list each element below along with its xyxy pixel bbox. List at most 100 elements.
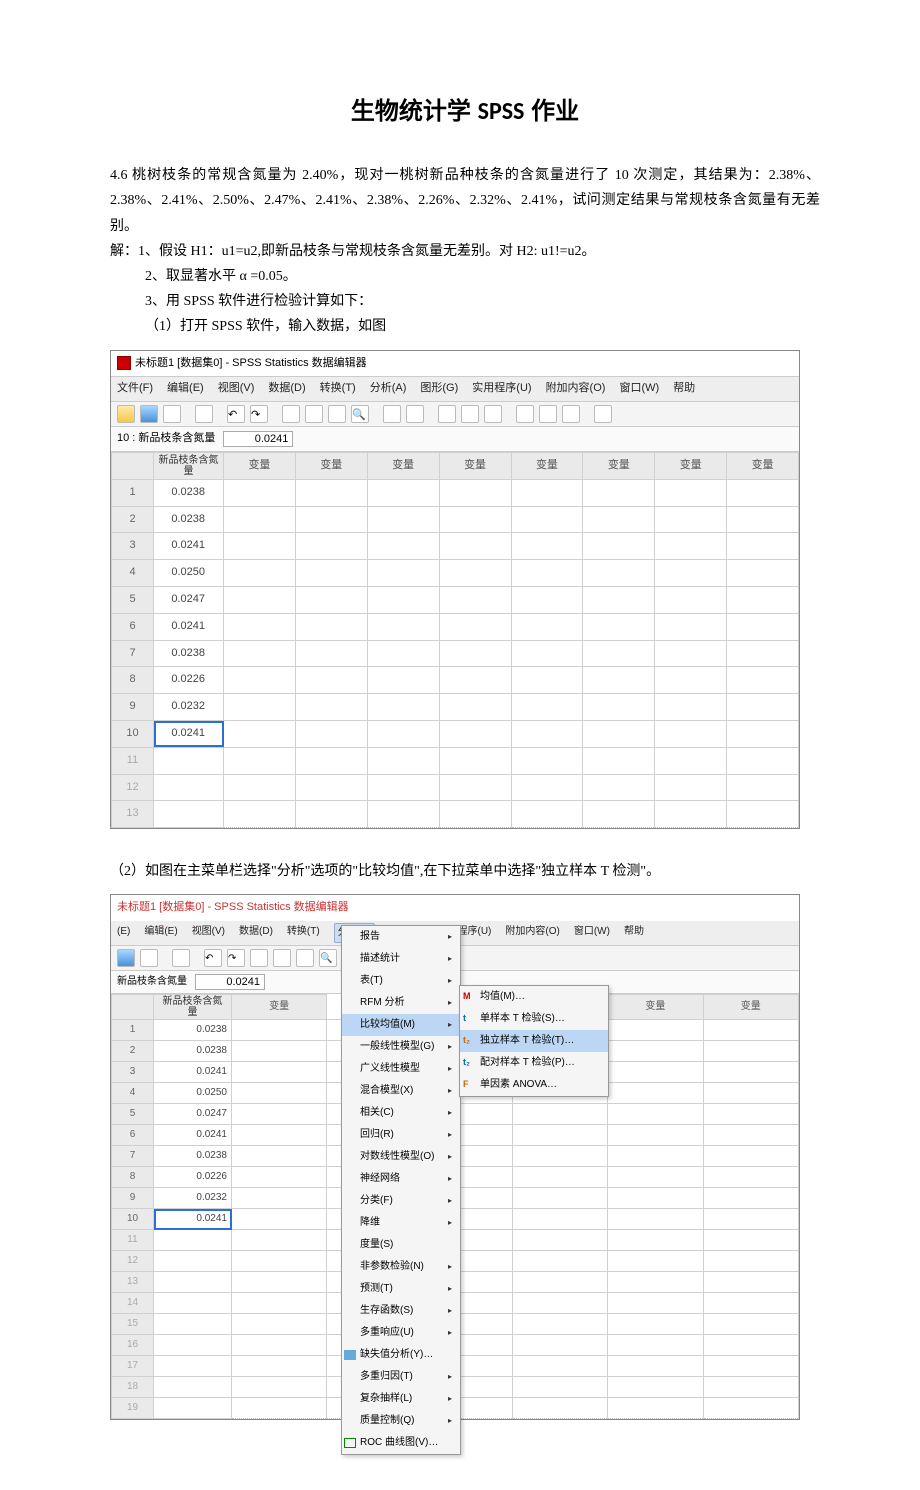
spss-empty-cell[interactable] bbox=[703, 1104, 798, 1125]
spss-empty-cell[interactable] bbox=[295, 694, 367, 721]
spss-empty-cell[interactable] bbox=[224, 774, 296, 801]
spss-empty-cell[interactable] bbox=[224, 587, 296, 614]
spss-empty-cell[interactable] bbox=[439, 801, 511, 828]
spss-empty-cell[interactable] bbox=[232, 1356, 327, 1377]
spss-empty-cell[interactable] bbox=[727, 560, 799, 587]
spss-row-header[interactable]: 4 bbox=[112, 560, 154, 587]
spss-empty-cell[interactable] bbox=[224, 667, 296, 694]
analyze-menu-item[interactable]: 报告▸ bbox=[342, 926, 460, 948]
spss-empty-cell[interactable] bbox=[583, 506, 655, 533]
analyze-menu-item[interactable]: 生存函数(S)▸ bbox=[342, 1300, 460, 1322]
spss-data-cell[interactable] bbox=[154, 1335, 232, 1356]
analyze-menu-item[interactable]: 非参数检验(N)▸ bbox=[342, 1256, 460, 1278]
spss-row-header[interactable]: 13 bbox=[112, 1272, 154, 1293]
spss-empty-cell[interactable] bbox=[608, 1398, 703, 1419]
menu-view[interactable]: 视图(V) bbox=[192, 923, 225, 943]
spss-empty-cell[interactable] bbox=[295, 721, 367, 748]
spss-empty-cell[interactable] bbox=[655, 721, 727, 748]
spss-empty-cell[interactable] bbox=[511, 560, 583, 587]
spss-row-header[interactable]: 3 bbox=[112, 533, 154, 560]
spss-row-header[interactable]: 11 bbox=[112, 747, 154, 774]
analyze-menu-item[interactable]: 降维▸ bbox=[342, 1212, 460, 1234]
spss-data-cell[interactable] bbox=[154, 747, 224, 774]
spss-empty-cell[interactable] bbox=[512, 1251, 607, 1272]
toolbar-dialog-icon[interactable] bbox=[195, 405, 213, 423]
analyze-menu-item[interactable]: 相关(C)▸ bbox=[342, 1102, 460, 1124]
toolbar-open-icon[interactable] bbox=[117, 405, 135, 423]
toolbar-abc-icon[interactable] bbox=[594, 405, 612, 423]
spss-col-header-blank[interactable]: 变量 bbox=[608, 995, 703, 1020]
menu-file[interactable]: 文件(F) bbox=[117, 379, 153, 399]
spss-col-header-blank[interactable]: 变量 bbox=[703, 995, 798, 1020]
spss-empty-cell[interactable] bbox=[655, 747, 727, 774]
toolbar-dialog-icon[interactable] bbox=[172, 949, 190, 967]
spss-empty-cell[interactable] bbox=[295, 774, 367, 801]
spss-data-cell[interactable] bbox=[154, 1272, 232, 1293]
spss-empty-cell[interactable] bbox=[608, 1272, 703, 1293]
spss-row-header[interactable]: 19 bbox=[112, 1398, 154, 1419]
spss-data-cell[interactable]: 0.0241 bbox=[154, 533, 224, 560]
spss-empty-cell[interactable] bbox=[583, 667, 655, 694]
spss-data-cell[interactable] bbox=[154, 774, 224, 801]
spss-empty-cell[interactable] bbox=[439, 721, 511, 748]
toolbar-insertvar-icon[interactable] bbox=[406, 405, 424, 423]
toolbar-save-icon[interactable] bbox=[140, 405, 158, 423]
spss-row-header[interactable]: 10 bbox=[112, 1209, 154, 1230]
spss-empty-cell[interactable] bbox=[367, 640, 439, 667]
analyze-menu-item[interactable]: RFM 分析▸ bbox=[342, 992, 460, 1014]
toolbar-insert-icon[interactable] bbox=[383, 405, 401, 423]
spss-empty-cell[interactable] bbox=[703, 1335, 798, 1356]
spss-empty-cell[interactable] bbox=[224, 801, 296, 828]
analyze-menu-item[interactable]: ROC 曲线图(V)… bbox=[342, 1432, 460, 1454]
analyze-menu-item[interactable]: 一般线性模型(G)▸ bbox=[342, 1036, 460, 1058]
menu-help[interactable]: 帮助 bbox=[673, 379, 695, 399]
analyze-menu-item[interactable]: 多重响应(U)▸ bbox=[342, 1322, 460, 1344]
spss-row-header[interactable]: 18 bbox=[112, 1377, 154, 1398]
spss-empty-cell[interactable] bbox=[511, 640, 583, 667]
spss-empty-cell[interactable] bbox=[232, 1335, 327, 1356]
spss-empty-cell[interactable] bbox=[439, 479, 511, 506]
spss-empty-cell[interactable] bbox=[655, 560, 727, 587]
spss-empty-cell[interactable] bbox=[608, 1209, 703, 1230]
spss-row-header[interactable]: 2 bbox=[112, 1041, 154, 1062]
spss-empty-cell[interactable] bbox=[232, 1272, 327, 1293]
toolbar-weight-icon[interactable] bbox=[461, 405, 479, 423]
spss-empty-cell[interactable] bbox=[224, 640, 296, 667]
spss-empty-cell[interactable] bbox=[512, 1167, 607, 1188]
spss-data-cell[interactable] bbox=[154, 1314, 232, 1335]
spss-data-cell[interactable]: 0.0238 bbox=[154, 479, 224, 506]
spss-empty-cell[interactable] bbox=[367, 613, 439, 640]
spss-empty-cell[interactable] bbox=[511, 747, 583, 774]
spss-empty-cell[interactable] bbox=[583, 640, 655, 667]
spss-empty-cell[interactable] bbox=[703, 1146, 798, 1167]
spss-empty-cell[interactable] bbox=[703, 1062, 798, 1083]
spss-empty-cell[interactable] bbox=[224, 479, 296, 506]
spss-row-header[interactable]: 12 bbox=[112, 1251, 154, 1272]
spss-empty-cell[interactable] bbox=[439, 774, 511, 801]
spss-empty-cell[interactable] bbox=[232, 1020, 327, 1041]
spss-empty-cell[interactable] bbox=[224, 506, 296, 533]
spss-empty-cell[interactable] bbox=[727, 506, 799, 533]
spss-empty-cell[interactable] bbox=[512, 1209, 607, 1230]
spss-empty-cell[interactable] bbox=[511, 587, 583, 614]
spss-empty-cell[interactable] bbox=[367, 801, 439, 828]
spss-empty-cell[interactable] bbox=[439, 694, 511, 721]
spss-empty-cell[interactable] bbox=[511, 694, 583, 721]
spss-empty-cell[interactable] bbox=[224, 721, 296, 748]
spss-empty-cell[interactable] bbox=[703, 1377, 798, 1398]
spss-empty-cell[interactable] bbox=[232, 1083, 327, 1104]
spss-empty-cell[interactable] bbox=[367, 747, 439, 774]
spss-empty-cell[interactable] bbox=[583, 721, 655, 748]
menu-window[interactable]: 窗口(W) bbox=[619, 379, 659, 399]
spss-empty-cell[interactable] bbox=[727, 613, 799, 640]
spss-empty-cell[interactable] bbox=[608, 1335, 703, 1356]
spss-row-header[interactable]: 6 bbox=[112, 1125, 154, 1146]
spss-row-header[interactable]: 10 bbox=[112, 721, 154, 748]
spss-data-cell[interactable]: 0.0241 bbox=[154, 1062, 232, 1083]
spss-empty-cell[interactable] bbox=[232, 1167, 327, 1188]
spss-empty-cell[interactable] bbox=[727, 694, 799, 721]
spss-row-header[interactable]: 5 bbox=[112, 587, 154, 614]
spss-empty-cell[interactable] bbox=[703, 1083, 798, 1104]
spss-data-cell[interactable] bbox=[154, 1230, 232, 1251]
spss-empty-cell[interactable] bbox=[367, 774, 439, 801]
